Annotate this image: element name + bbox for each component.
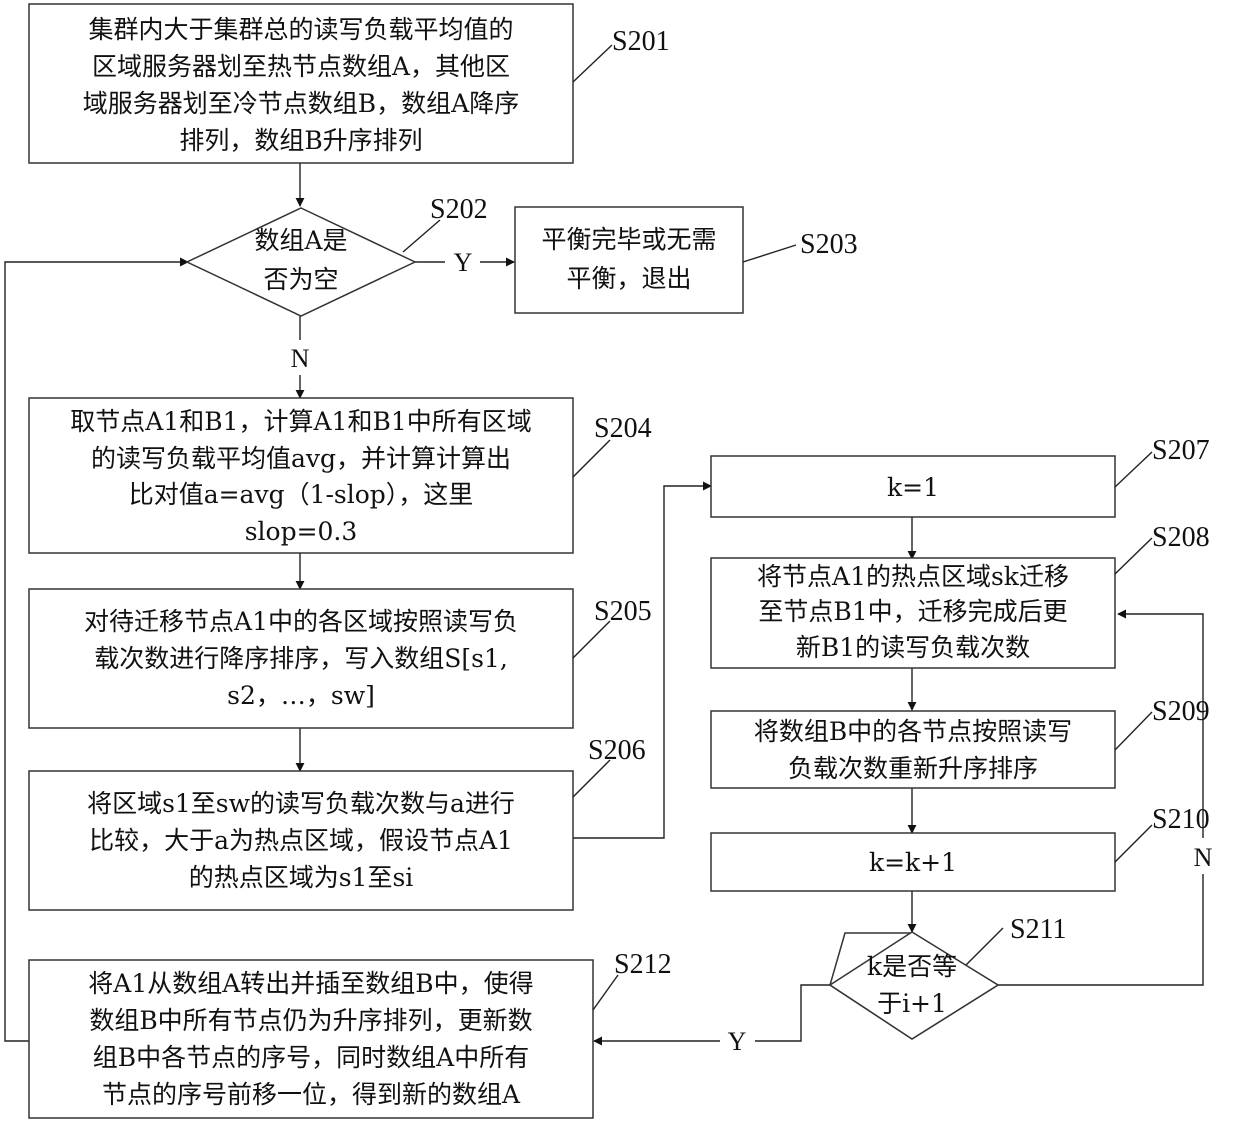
s208-line-2: 至节点B1中，迁移完成后更 <box>758 597 1067 626</box>
s201-line-1: 集群内大于集群总的读写负载平均值的 <box>88 15 513 44</box>
s205-line-3: s2，…，sw] <box>227 681 375 710</box>
node-s205: 对待迁移节点A1中的各区域按照读写负 载次数进行降序排序，写入数组S[s1, s… <box>28 588 574 729</box>
s206-line-2: 比较，大于a为热点区域，假设节点A1 <box>89 826 513 855</box>
leader-s208 <box>1114 537 1153 575</box>
edge-s206-s207 <box>573 481 712 839</box>
node-s209: 将数组B中的各节点按照读写 负载次数重新升序排序 <box>710 710 1116 789</box>
s204-line-3: 比对值a=avg（1-slop），这里 <box>129 480 474 509</box>
label-s203: S203 <box>800 229 858 260</box>
s201-line-2: 区域服务器划至热节点数组A，其他区 <box>92 52 510 81</box>
flowchart: Y N Y N 集群内大于集群总的读写负载平均值的 区域服务器划至热节点数组A，… <box>4 3 1213 1119</box>
s203-line-2: 平衡，退出 <box>566 264 691 293</box>
s204-line-4: slop=0.3 <box>245 517 358 546</box>
node-s203: 平衡完毕或无需 平衡，退出 <box>514 206 744 314</box>
node-s202-decision: 数组A是 否为空 <box>185 207 417 317</box>
s212-line-4: 节点的序号前移一位，得到新的数组A <box>102 1080 521 1109</box>
s212-line-2: 数组B中所有节点仍为升序排列，更新数 <box>89 1006 532 1035</box>
label-s205: S205 <box>594 596 652 627</box>
leader-s203 <box>742 244 797 263</box>
leader-s211 <box>965 927 1004 966</box>
s209-line-1: 将数组B中的各节点按照读写 <box>754 717 1072 746</box>
leader-s201 <box>572 44 613 83</box>
s204-line-2: 的读写负载平均值avg，并计算计算出 <box>91 444 511 473</box>
s208-line-1: 将节点A1的热点区域sk迁移 <box>757 562 1069 591</box>
leader-s207 <box>1114 451 1153 488</box>
node-s208: 将节点A1的热点区域sk迁移 至节点B1中，迁移完成后更 新B1的读写负载次数 <box>710 557 1116 669</box>
node-s204: 取节点A1和B1，计算A1和B1中所有区域 的读写负载平均值avg，并计算计算出… <box>28 397 574 554</box>
label-s212: S212 <box>614 949 672 980</box>
s204-line-1: 取节点A1和B1，计算A1和B1中所有区域 <box>70 407 531 436</box>
s205-line-1: 对待迁移节点A1中的各区域按照读写负 <box>84 607 518 636</box>
label-s206: S206 <box>588 735 646 766</box>
s203-line-1: 平衡完毕或无需 <box>541 225 716 254</box>
node-s207: k=1 <box>710 455 1116 518</box>
leader-s204 <box>572 439 611 478</box>
node-s210: k=k+1 <box>710 832 1116 892</box>
node-s212: 将A1从数组A转出并插至数组B中，使得 数组B中所有节点仍为升序排列，更新数 组… <box>28 959 594 1119</box>
s209-line-2: 负载次数重新升序排序 <box>788 754 1038 783</box>
edge-s211-yes-a <box>755 984 830 1042</box>
s211-line-2: 于i+1 <box>877 989 947 1018</box>
label-s207: S207 <box>1152 435 1210 466</box>
s212-line-3: 组B中各节点的序号，同时数组A中所有 <box>93 1043 529 1072</box>
s201-line-3: 域服务器划至冷节点数组B，数组A降序 <box>83 89 519 118</box>
s206-line-1: 将区域s1至sw的读写负载次数与a进行 <box>87 789 515 818</box>
s211-line-1: k是否等 <box>867 952 957 981</box>
s212-line-1: 将A1从数组A转出并插至数组B中，使得 <box>88 969 533 998</box>
label-s201: S201 <box>612 26 670 57</box>
node-s201: 集群内大于集群总的读写负载平均值的 区域服务器划至热节点数组A，其他区 域服务器… <box>28 3 574 164</box>
leader-s210 <box>1114 824 1153 863</box>
s206-line-3: 的热点区域为s1至si <box>189 863 414 892</box>
edge-label-s211-no: N <box>1194 843 1213 872</box>
edge-label-s202-no: N <box>291 344 310 373</box>
label-s210: S210 <box>1152 804 1210 835</box>
s208-line-3: 新B1的读写负载次数 <box>796 633 1030 662</box>
label-s202: S202 <box>430 194 488 225</box>
s202-line-2: 否为空 <box>263 265 338 294</box>
label-s208: S208 <box>1152 522 1210 553</box>
label-s209: S209 <box>1152 696 1210 727</box>
edge-label-s211-yes: Y <box>728 1027 747 1056</box>
s202-line-1: 数组A是 <box>254 226 347 255</box>
leader-s212 <box>592 974 619 1011</box>
leader-s209 <box>1114 711 1153 751</box>
s201-line-4: 排列，数组B升序排列 <box>179 126 422 155</box>
s207-line-1: k=1 <box>887 473 939 502</box>
node-s206: 将区域s1至sw的读写负载次数与a进行 比较，大于a为热点区域，假设节点A1 的… <box>28 770 574 911</box>
label-s211: S211 <box>1010 914 1067 945</box>
label-s204: S204 <box>594 413 652 444</box>
s205-line-2: 载次数进行降序排序，写入数组S[s1, <box>94 644 508 673</box>
node-s211-decision: k是否等 于i+1 <box>828 931 1000 1040</box>
edge-label-s202-yes: Y <box>454 248 473 277</box>
s210-line-1: k=k+1 <box>869 848 957 877</box>
